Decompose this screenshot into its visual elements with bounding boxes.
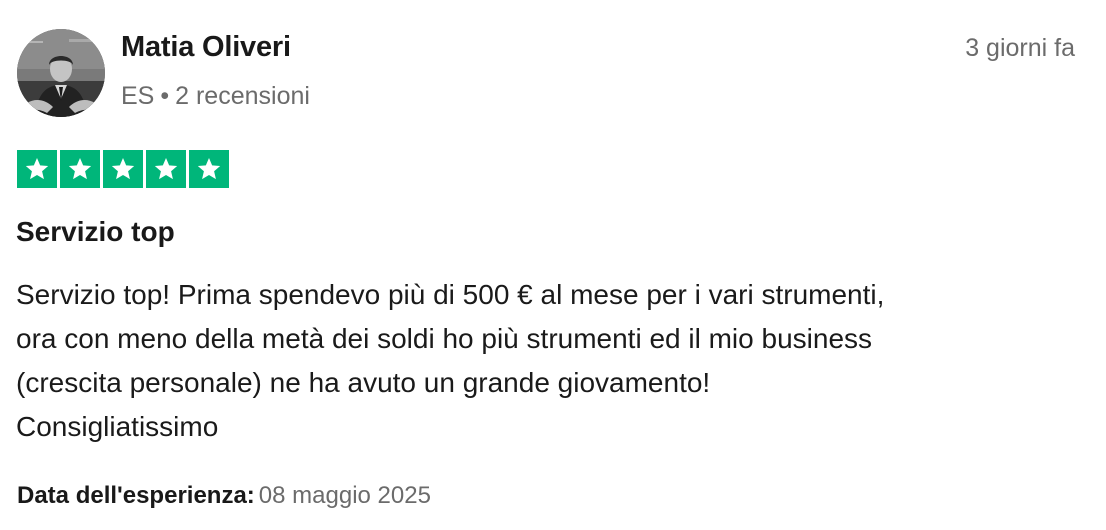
review-body-line: ora con meno della metà dei soldi ho più… bbox=[16, 323, 873, 354]
review-body-line: Servizio top! Prima spendevo più di 500 … bbox=[16, 279, 885, 310]
meta-separator: • bbox=[160, 82, 170, 110]
review-body-line: (crescita personale) ne ha avuto un gran… bbox=[16, 367, 711, 398]
review-card: Matia Oliveri ES • 2 recensioni 3 giorni f… bbox=[0, 0, 1106, 530]
star-icon bbox=[197, 157, 221, 180]
review-title[interactable]: Servizio top bbox=[16, 216, 175, 248]
review-relative-date: 3 giorni fa bbox=[965, 34, 1075, 62]
star-box bbox=[189, 150, 229, 188]
star-icon bbox=[154, 157, 178, 180]
reviewer-name[interactable]: Matia Oliveri bbox=[121, 31, 291, 64]
review-body-line: Consigliatissimo bbox=[16, 411, 219, 442]
review-body: Servizio top! Prima spendevo più di 500 … bbox=[16, 273, 1076, 449]
experience-date-value: 08 maggio 2025 bbox=[258, 482, 431, 509]
star-box bbox=[103, 150, 143, 188]
reviewer-avatar[interactable] bbox=[17, 29, 105, 117]
reviewer-country: ES bbox=[121, 82, 155, 110]
star-icon bbox=[111, 157, 135, 180]
avatar-photo bbox=[17, 29, 105, 117]
reviewer-meta: ES • 2 recensioni bbox=[121, 82, 310, 111]
star-rating bbox=[17, 150, 229, 188]
star-box bbox=[146, 150, 186, 188]
experience-date-row: Data dell'esperienza: 08 maggio 2025 bbox=[17, 482, 431, 510]
star-box bbox=[17, 150, 57, 188]
star-icon bbox=[25, 157, 49, 180]
star-box bbox=[60, 150, 100, 188]
reviewer-review-count[interactable]: 2 recensioni bbox=[175, 82, 310, 110]
star-icon bbox=[68, 157, 92, 180]
experience-date-label: Data dell'esperienza: bbox=[17, 482, 255, 509]
